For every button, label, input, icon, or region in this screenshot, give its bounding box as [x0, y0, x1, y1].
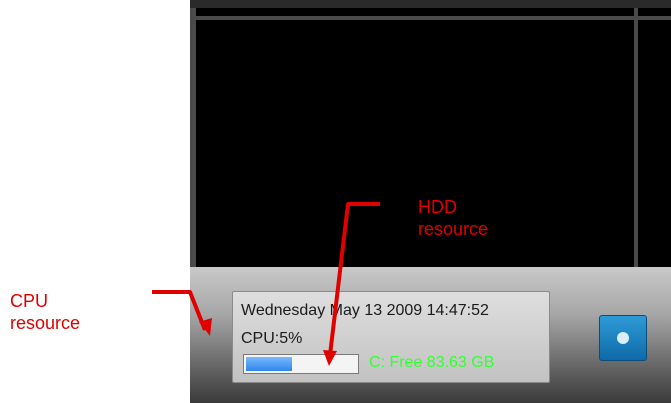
hdd-annotation-line2: resource — [418, 219, 489, 239]
hdd-free-space-label: C: Free 83.63 GB — [369, 354, 495, 371]
video-channel-top-right[interactable] — [638, 8, 671, 16]
annotated-screenshot: Wednesday May 13 2009 14:47:52 CPU:5% C:… — [0, 0, 671, 403]
datetime-display: Wednesday May 13 2009 14:47:52 — [241, 302, 489, 319]
video-channel-right[interactable] — [638, 20, 671, 267]
resource-usage-fill — [246, 357, 292, 371]
record-icon — [617, 332, 629, 344]
resource-usage-bar — [243, 354, 359, 374]
cpu-resource-annotation: CPU resource — [10, 290, 80, 334]
system-info-panel: Wednesday May 13 2009 14:47:52 CPU:5% C:… — [232, 291, 550, 383]
hdd-resource-annotation: HDD resource — [418, 196, 488, 240]
hdd-annotation-line1: HDD — [418, 197, 457, 217]
cpu-annotation-line2: resource — [10, 313, 81, 333]
video-channel-top-left[interactable] — [196, 8, 634, 16]
cpu-usage-label: CPU:5% — [241, 330, 303, 347]
record-button[interactable] — [599, 315, 647, 361]
video-channel-main[interactable] — [196, 20, 634, 267]
status-bar: Wednesday May 13 2009 14:47:52 CPU:5% C:… — [190, 267, 671, 403]
cpu-annotation-line1: CPU — [10, 291, 49, 311]
